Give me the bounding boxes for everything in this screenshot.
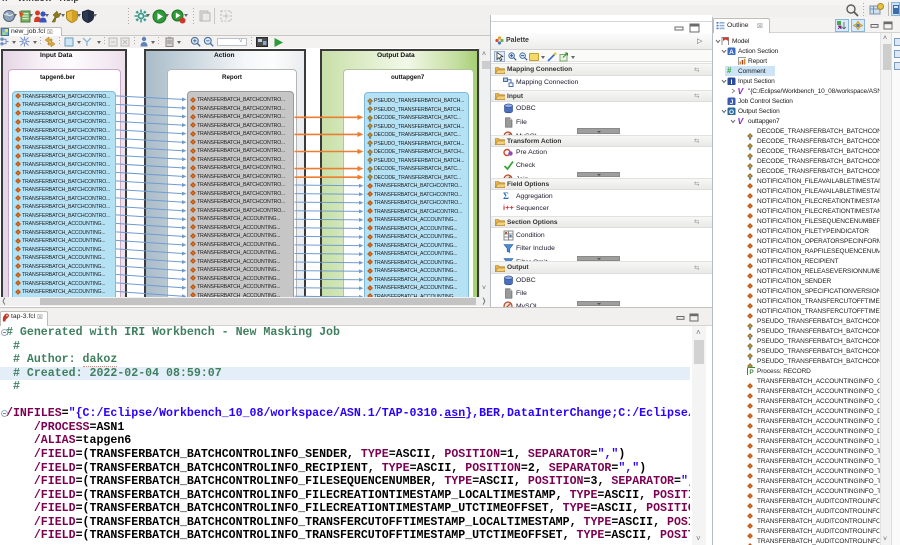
svg-text:I: I <box>731 78 733 85</box>
svg-text:J: J <box>730 98 734 105</box>
svg-text:O: O <box>729 108 734 115</box>
svg-text:A: A <box>729 48 734 55</box>
svg-text:P: P <box>749 369 754 376</box>
